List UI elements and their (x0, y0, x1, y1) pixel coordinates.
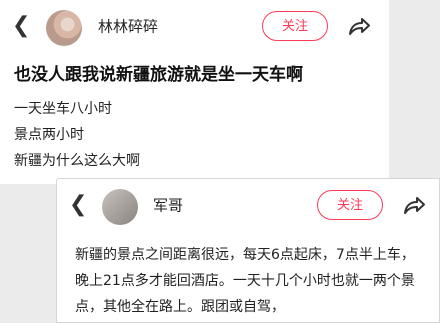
back-icon[interactable]: ❮ (12, 15, 30, 37)
post-body-1: 一天坐车八小时 景点两小时 新疆为什么这么大啊 (14, 96, 140, 174)
post-body-2: 新疆的景点之间距离很远，每天6点起床，7点半上车，晚上21点多才能回酒店。一天十… (75, 247, 415, 315)
follow-button[interactable]: 关注 (262, 11, 328, 41)
post-line: 景点两小时 (14, 127, 84, 143)
post-header-2: ❮ 军哥 关注 (57, 179, 439, 231)
post-card-2: ❮ 军哥 关注 新疆的景点之间距离很远，每天6点起床，7点半上车，晚上21点多才… (56, 178, 440, 323)
username[interactable]: 军哥 (153, 195, 183, 216)
post-title: 也没人跟我说新疆旅游就是坐一天车啊 (14, 65, 303, 85)
share-icon[interactable] (399, 191, 427, 219)
post-line: 一天坐车八小时 (14, 101, 112, 117)
avatar[interactable] (46, 10, 82, 46)
post-header-1: ❮ 林林碎碎 关注 (0, 0, 389, 52)
avatar[interactable] (102, 189, 138, 225)
username[interactable]: 林林碎碎 (98, 16, 158, 37)
share-icon[interactable] (344, 12, 372, 40)
back-icon[interactable]: ❮ (69, 194, 87, 216)
post-card-1: ❮ 林林碎碎 关注 也没人跟我说新疆旅游就是坐一天车啊 一天坐车八小时 景点两小… (0, 0, 389, 184)
follow-button[interactable]: 关注 (317, 190, 383, 220)
post-line: 新疆为什么这么大啊 (14, 153, 140, 169)
